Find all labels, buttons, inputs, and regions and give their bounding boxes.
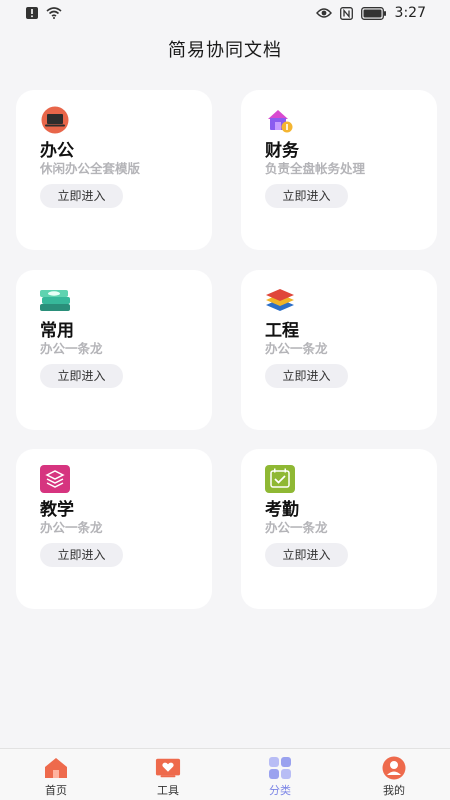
category-card-engineering[interactable]: 工程 办公一条龙 立即进入 bbox=[241, 270, 437, 430]
category-desc: 负责全盘帐务处理 bbox=[265, 161, 366, 176]
category-card-office[interactable]: 办公 休闲办公全套模版 立即进入 bbox=[16, 90, 212, 250]
nav-label: 首页 bbox=[45, 784, 67, 797]
category-card-common[interactable]: 常用 办公一条龙 立即进入 bbox=[16, 270, 212, 430]
category-grid: 办公 休闲办公全套模版 立即进入 财务 负责全盘帐务处理 立即进入 常用 办公一… bbox=[0, 0, 450, 800]
stack-icon bbox=[38, 286, 72, 314]
calendar-check-icon bbox=[263, 465, 297, 493]
enter-button[interactable]: 立即进入 bbox=[265, 364, 348, 388]
nav-category[interactable]: 分类 bbox=[224, 749, 336, 800]
category-desc: 办公一条龙 bbox=[40, 341, 103, 356]
enter-button[interactable]: 立即进入 bbox=[265, 543, 348, 567]
category-desc: 休闲办公全套模版 bbox=[40, 161, 141, 176]
nav-label: 工具 bbox=[157, 784, 179, 797]
category-card-finance[interactable]: 财务 负责全盘帐务处理 立即进入 bbox=[241, 90, 437, 250]
nav-label: 我的 bbox=[383, 784, 405, 797]
nav-tools[interactable]: 工具 bbox=[112, 749, 224, 800]
nav-home[interactable]: 首页 bbox=[0, 749, 112, 800]
enter-button[interactable]: 立即进入 bbox=[40, 364, 123, 388]
category-grid-icon bbox=[267, 756, 293, 780]
category-desc: 办公一条龙 bbox=[40, 520, 103, 535]
enter-button[interactable]: 立即进入 bbox=[40, 184, 123, 208]
profile-icon bbox=[381, 756, 407, 780]
enter-button[interactable]: 立即进入 bbox=[265, 184, 348, 208]
category-card-attendance[interactable]: 考勤 办公一条龙 立即进入 bbox=[241, 449, 437, 609]
nav-label: 分类 bbox=[269, 784, 291, 797]
tools-icon bbox=[155, 756, 181, 780]
finance-house-icon bbox=[263, 106, 297, 134]
layers-icon bbox=[263, 286, 297, 314]
category-desc: 办公一条龙 bbox=[265, 341, 328, 356]
category-desc: 办公一条龙 bbox=[265, 520, 328, 535]
enter-button[interactable]: 立即进入 bbox=[40, 543, 123, 567]
category-card-teaching[interactable]: 教学 办公一条龙 立即进入 bbox=[16, 449, 212, 609]
nav-profile[interactable]: 我的 bbox=[338, 749, 450, 800]
laptop-icon bbox=[38, 106, 72, 134]
bottom-nav: 首页 工具 分类 我的 bbox=[0, 748, 450, 800]
home-icon bbox=[43, 756, 69, 780]
book-layers-icon bbox=[38, 465, 72, 493]
